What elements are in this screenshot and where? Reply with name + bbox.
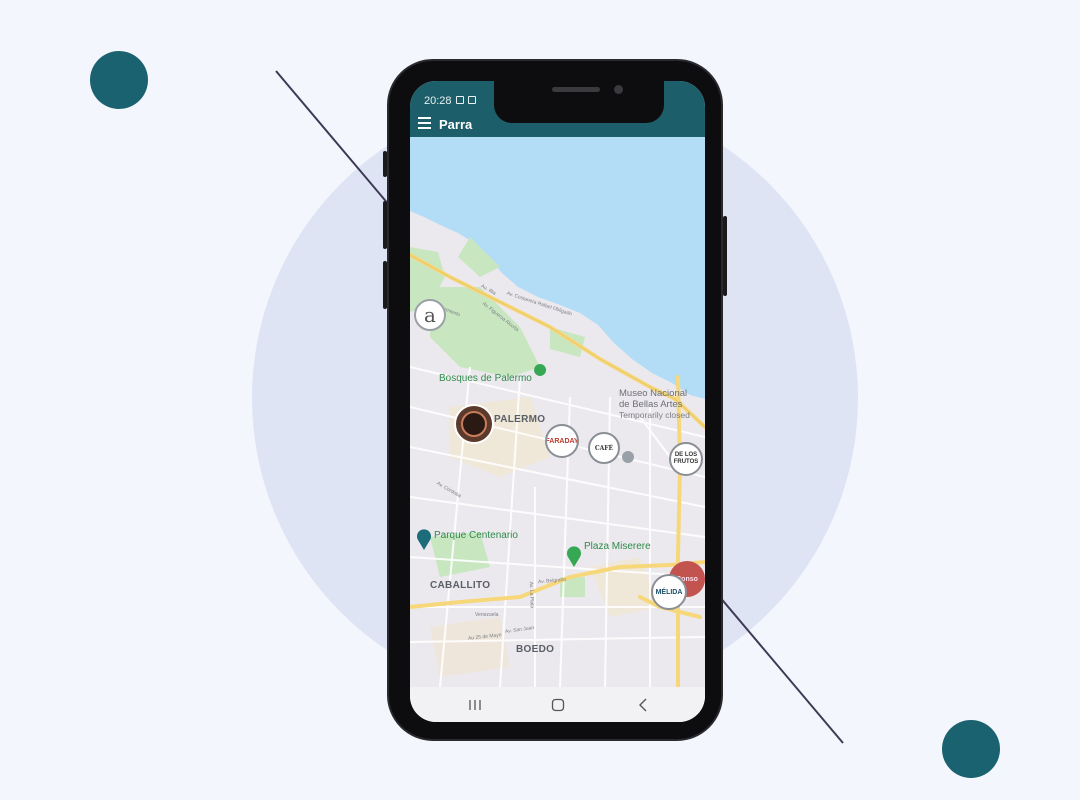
marker-logo-text: DE LOS FRUTOS [673,452,699,465]
museum-name-line: Museo Nacional [619,388,688,399]
map-label-park: Plaza Miserere [584,541,651,552]
recents-icon[interactable] [463,695,487,715]
map-marker-faraday[interactable]: FARADAY [545,424,579,458]
marker-logo-text: CAFÉ [594,444,614,452]
map-label-neighborhood: CABALLITO [430,580,491,591]
notch [494,81,664,123]
map-marker-de-los-frutos[interactable]: DE LOS FRUTOS [669,442,703,476]
phone-side-button [383,151,387,177]
decorative-dot [90,51,148,109]
map-label-neighborhood: PALERMO [494,414,546,425]
back-icon[interactable] [631,695,655,715]
phone-side-button [383,261,387,309]
phone-side-button [383,201,387,249]
map-label-park: Parque Centenario [434,530,518,541]
android-nav-bar [410,687,705,722]
map-marker-cafe[interactable]: CAFÉ [588,432,620,464]
map-marker-photo[interactable] [454,404,494,444]
notification-icon [456,96,464,104]
marker-logo-text: MÉLIDA [655,588,683,596]
decorative-dot [942,720,1000,778]
marker-logo-text: a [424,303,436,327]
notification-icon [468,96,476,104]
hamburger-menu-icon[interactable] [418,117,431,129]
marker-logo-text: FARADAY [545,437,579,445]
map-marker-melida[interactable]: MÉLIDA [651,574,687,610]
phone-frame: 20:28 Parra Bosques de Palermo PALERMO M… [383,59,727,741]
app-title: Parra [439,117,473,132]
home-icon[interactable] [546,695,570,715]
map-label-street: Av. La Plata [527,581,535,609]
map-view[interactable]: Bosques de Palermo PALERMO Museo Naciona… [410,137,705,687]
status-time: 20:28 [424,95,452,107]
speaker [552,87,600,92]
map-marker-a[interactable]: a [414,299,446,331]
map-label-park: Bosques de Palermo [439,373,532,384]
phone-screen: 20:28 Parra Bosques de Palermo PALERMO M… [410,81,705,722]
map-label-street: Venezuela [475,612,499,618]
phone-side-button [723,216,727,296]
map-label-neighborhood: BOEDO [516,644,555,655]
camera [614,85,623,94]
map-label-museum: Museo Nacional de Bellas Artes Temporari… [619,388,690,421]
museum-status: Temporarily closed [619,410,690,420]
marker-food-image [461,411,487,437]
museum-name-line: de Bellas Artes [619,399,683,410]
